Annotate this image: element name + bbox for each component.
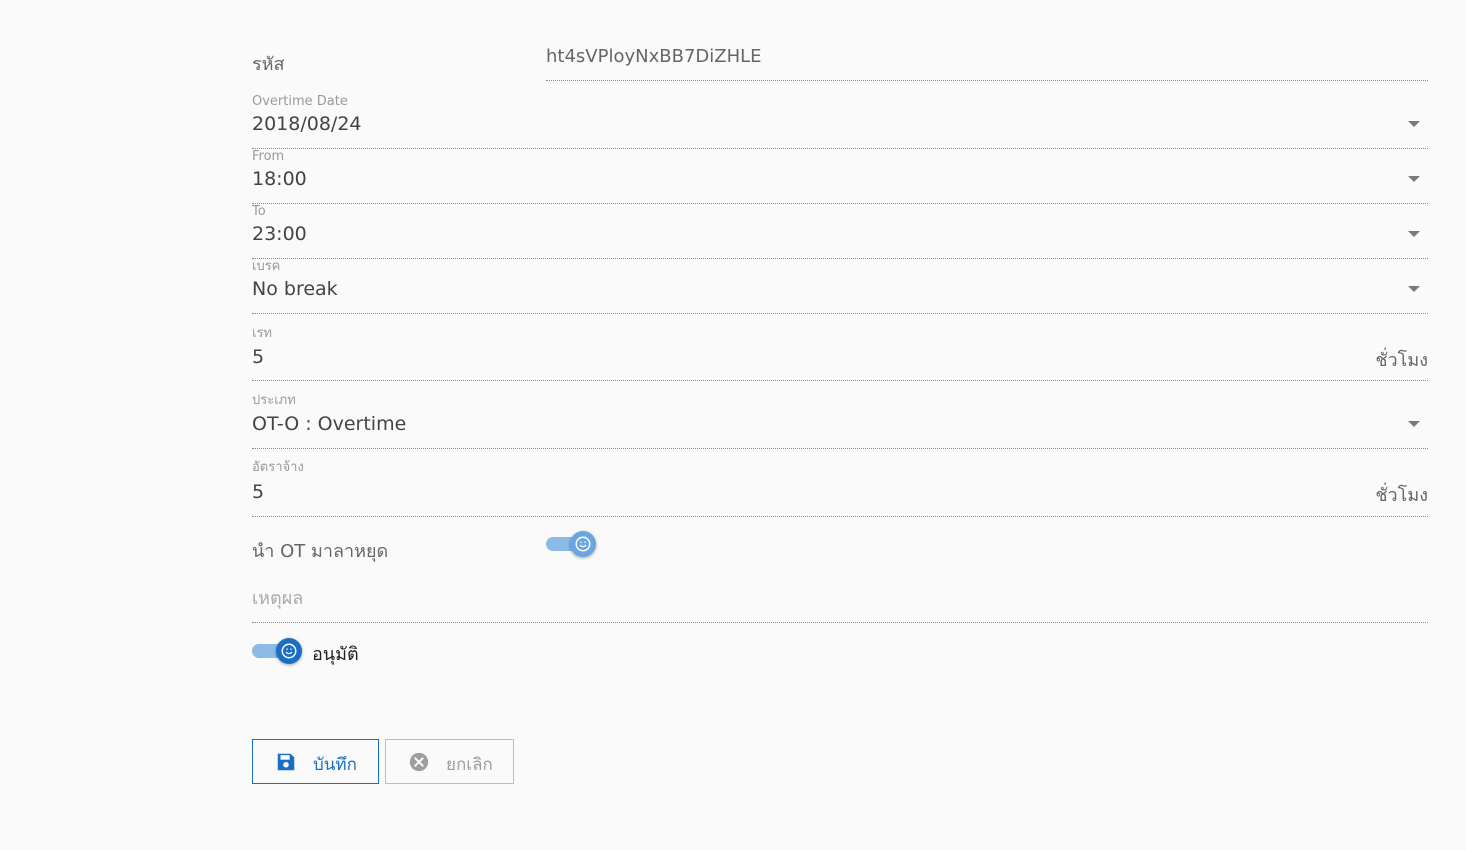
close-circle-icon (409, 752, 429, 772)
smiley-icon (281, 643, 297, 659)
type-label: ประเภท (252, 393, 296, 408)
rate-label: เรท (252, 326, 272, 341)
wage-suffix: ชั่วโมง (1375, 485, 1428, 506)
floppy-disk-icon (277, 753, 295, 771)
save-button-label: บันทึก (313, 755, 357, 775)
to-value: 23:00 (252, 223, 307, 245)
approve-label: อนุมัติ (312, 644, 359, 665)
cancel-button-label: ยกเลิก (446, 755, 493, 775)
break-select[interactable]: เบรค No break (252, 259, 1428, 314)
caret-down-icon (1408, 231, 1420, 237)
type-value: OT-O : Overtime (252, 413, 407, 435)
smiley-icon (575, 536, 591, 552)
break-label: เบรค (252, 259, 281, 274)
ot-to-leave-label: นำ OT มาลาหยุด (252, 541, 389, 562)
cancel-button[interactable]: ยกเลิก (385, 739, 514, 784)
caret-down-icon (1408, 421, 1420, 427)
from-value: 18:00 (252, 168, 307, 190)
code-label: รหัส (252, 54, 285, 75)
overtime-date-label: Overtime Date (252, 94, 348, 109)
overtime-date-select[interactable]: Overtime Date 2018/08/24 (252, 92, 1428, 149)
rate-value: 5 (252, 346, 265, 368)
rate-suffix: ชั่วโมง (1375, 350, 1428, 371)
rate-input[interactable]: เรท 5 ชั่วโมง (252, 314, 1428, 381)
reason-input[interactable]: เหตุผล (252, 583, 1428, 623)
to-time-select[interactable]: To 23:00 (252, 204, 1428, 259)
type-select[interactable]: ประเภท OT-O : Overtime (252, 381, 1428, 449)
wage-label: อัตราจ้าง (252, 460, 304, 475)
from-time-select[interactable]: From 18:00 (252, 149, 1428, 204)
caret-down-icon (1408, 121, 1420, 127)
reason-placeholder: เหตุผล (252, 588, 304, 609)
ot-form: รหัส ht4sVPloyNxBB7DiZHLE Overtime Date … (252, 0, 1428, 850)
to-label: To (252, 204, 266, 219)
from-label: From (252, 149, 285, 164)
overtime-date-value: 2018/08/24 (252, 113, 362, 135)
toggle-thumb (276, 638, 302, 664)
wage-value: 5 (252, 481, 265, 503)
toggle-thumb (570, 531, 596, 557)
break-value: No break (252, 278, 338, 300)
code-field[interactable]: ht4sVPloyNxBB7DiZHLE (546, 45, 1428, 81)
caret-down-icon (1408, 176, 1420, 182)
wage-input[interactable]: อัตราจ้าง 5 ชั่วโมง (252, 449, 1428, 517)
save-button[interactable]: บันทึก (252, 739, 379, 784)
caret-down-icon (1408, 286, 1420, 292)
